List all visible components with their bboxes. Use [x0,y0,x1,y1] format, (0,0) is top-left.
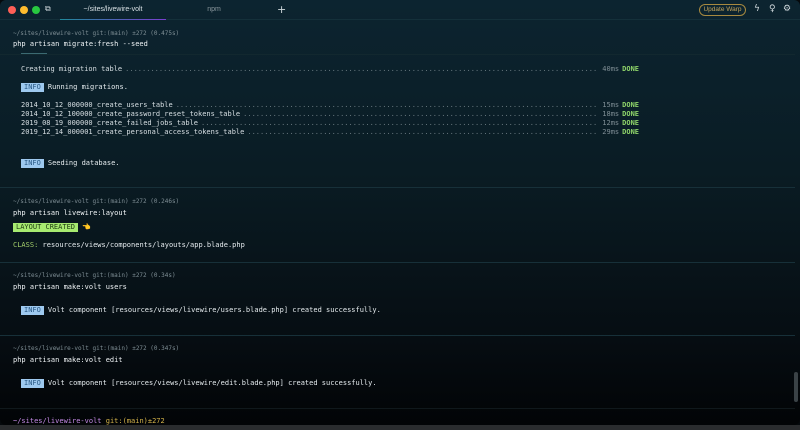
title-bar: ⧉ ~/sites/livewire-volt npm + Update War… [0,0,800,20]
pointing-hand-icon: 👈 [82,223,91,231]
command-line[interactable]: php artisan make:volt edit [13,356,123,365]
info-line: INFO Seeding database. [21,159,120,168]
migration-time: 40ms [602,65,620,73]
info-text: Volt component [resources/views/livewire… [47,306,381,314]
info-badge: INFO [21,379,44,388]
divider [0,54,795,55]
bottom-bar [0,425,800,430]
info-badge: INFO [21,83,44,92]
prompt-line: ~/sites/livewire-volt git:(main) ±272 (0… [13,198,180,205]
migration-row: 2019_08_19_000000_create_failed_jobs_tab… [21,119,639,128]
prompt-line: ~/sites/livewire-volt git:(main) ±272 (0… [13,272,176,279]
info-badge: INFO [21,306,44,315]
prompt-line: ~/sites/livewire-volt git:(main) ±272 (0… [13,345,180,352]
info-text: Seeding database. [47,159,120,167]
info-text: Running migrations. [47,83,128,91]
prompt-path: ~/sites/livewire-volt [13,417,102,425]
tab-npm[interactable]: npm [166,0,262,20]
status-done: DONE [622,119,639,127]
settings-icon[interactable]: ⚙ [783,4,791,14]
migration-name: 2019_08_19_000000_create_failed_jobs_tab… [21,119,199,127]
scrollbar[interactable] [794,372,798,402]
info-line: INFO Volt component [resources/views/live… [21,306,381,315]
class-path: resources/views/components/layouts/app.b… [42,241,245,249]
dots-leader [247,128,596,137]
status-done: DONE [622,128,639,136]
migration-name: 2019_12_14_000001_create_personal_access… [21,128,245,136]
status-done: DONE [622,65,639,73]
migration-row: Creating migration table 40msDONE [21,65,639,74]
info-badge: INFO [21,159,44,168]
block-separator [0,335,795,336]
migration-time: 18ms [602,110,620,118]
sidebar-toggle-icon[interactable]: ⧉ [45,4,51,14]
migration-row: 2019_12_14_000001_create_personal_access… [21,128,639,137]
command-line[interactable]: php artisan make:volt users [13,283,127,292]
class-label: CLASS: [13,241,39,249]
migration-name: Creating migration table [21,65,123,73]
info-text: Volt component [resources/views/livewire… [47,379,377,387]
minimize-window-button[interactable] [20,6,28,14]
dots-leader [201,119,596,128]
info-line: INFO Volt component [resources/views/live… [21,379,377,388]
info-line: INFO Running migrations. [21,83,128,92]
migration-row: 2014_10_12_000000_create_users_table 15ms… [21,101,639,110]
terminal-window: ⧉ ~/sites/livewire-volt npm + Update War… [0,0,800,425]
command-line[interactable]: php artisan livewire:layout [13,209,127,218]
prompt-line: ~/sites/livewire-volt git:(main) ±272 (0… [13,30,180,37]
dots-leader [125,65,596,74]
block-separator [0,187,795,188]
block-separator [0,262,795,263]
maximize-window-button[interactable] [32,6,40,14]
close-window-button[interactable] [8,6,16,14]
migration-time: 12ms [602,119,620,127]
migration-time: 29ms [602,128,620,136]
layout-created-line: LAYOUT CREATED 👈 [13,223,91,232]
prompt-git: git:(main)±272 [105,417,165,425]
command-line[interactable]: php artisan migrate:fresh --seed [13,40,148,49]
block-separator [0,408,795,409]
class-line: CLASS: resources/views/components/layout… [13,241,245,250]
tab-livewire-volt[interactable]: ~/sites/livewire-volt [60,0,166,20]
migration-time: 15ms [602,101,620,109]
layout-created-badge: LAYOUT CREATED [13,223,79,232]
migration-name: 2014_10_12_000000_create_users_table [21,101,173,109]
dots-leader [243,110,596,119]
migration-name: 2014_10_12_100000_create_password_reset_… [21,110,241,118]
update-warp-button[interactable]: Update Warp [699,4,746,16]
current-prompt[interactable]: ~/sites/livewire-volt git:(main)±272 [13,417,165,425]
migration-row: 2014_10_12_100000_create_password_reset_… [21,110,639,119]
new-tab-icon[interactable]: + [277,3,286,16]
lightning-icon[interactable]: ϟ [754,4,760,14]
status-done: DONE [622,110,639,118]
status-done: DONE [622,101,639,109]
lightbulb-icon[interactable]: ♀ [769,4,776,14]
dots-leader [176,101,596,110]
